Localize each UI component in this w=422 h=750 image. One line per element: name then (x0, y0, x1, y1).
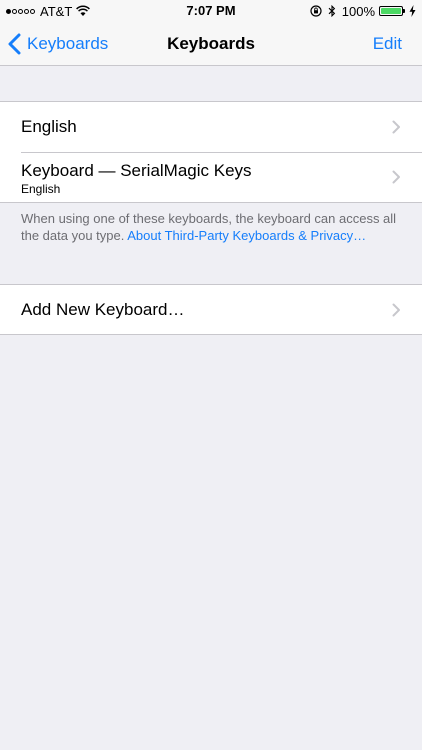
chevron-right-icon (392, 303, 400, 317)
page-title: Keyboards (167, 34, 255, 53)
chevron-right-icon (392, 170, 400, 184)
battery-fill (381, 8, 401, 14)
add-new-keyboard-label: Add New Keyboard… (21, 300, 185, 319)
charging-bolt-icon (409, 5, 416, 17)
privacy-note: When using one of these keyboards, the k… (21, 210, 406, 244)
navigation-bar: Keyboards Keyboards Edit (0, 22, 422, 66)
edit-button[interactable]: Edit (373, 22, 402, 66)
add-keyboard-group: Add New Keyboard… (0, 284, 422, 335)
chevron-right-icon (392, 120, 400, 134)
keyboard-row-serialmagic[interactable]: Keyboard — SerialMagic Keys English (0, 152, 422, 202)
keyboard-language: English (21, 182, 61, 196)
status-bar: AT&T 7:07 PM 100% (0, 0, 422, 22)
add-new-keyboard-row[interactable]: Add New Keyboard… (0, 285, 422, 335)
rotation-lock-icon (310, 5, 322, 17)
battery-icon (379, 6, 405, 16)
keyboard-name: Keyboard — SerialMagic Keys (21, 161, 252, 180)
keyboards-list: English Keyboard — SerialMagic Keys Engl… (0, 101, 422, 203)
bluetooth-icon (328, 5, 336, 17)
battery-percent: 100% (341, 3, 375, 19)
status-right: 100% (304, 3, 416, 19)
keyboard-row-english[interactable]: English (0, 102, 422, 152)
privacy-link[interactable]: About Third-Party Keyboards & Privacy… (127, 228, 366, 243)
keyboard-name: English (21, 117, 77, 136)
